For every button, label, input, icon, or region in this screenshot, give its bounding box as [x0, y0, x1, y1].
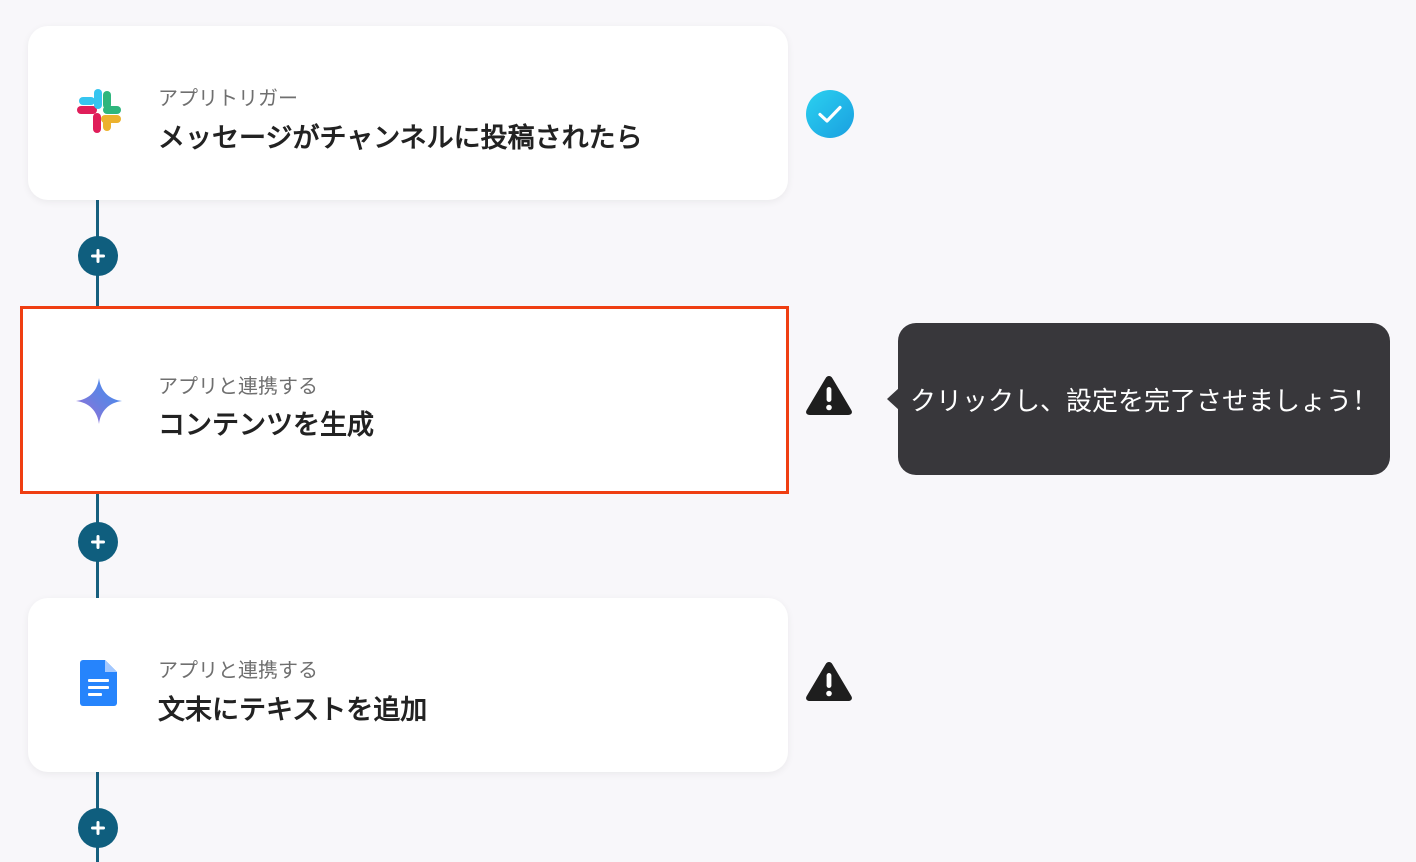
plus-icon: [91, 821, 105, 835]
step-type-label: アプリと連携する: [158, 374, 318, 398]
add-step-button[interactable]: [78, 236, 118, 276]
step-type-label: アプリと連携する: [158, 658, 318, 682]
flow-step-card-append-text[interactable]: アプリと連携する 文末にテキストを追加: [28, 598, 788, 772]
plus-icon: [91, 249, 105, 263]
plus-icon: [91, 535, 105, 549]
tooltip-text: クリックし、設定を完了させましょう！: [909, 386, 1378, 417]
add-step-button[interactable]: [78, 522, 118, 562]
slack-icon: [74, 86, 124, 136]
step-title: メッセージがチャンネルに投稿されたら: [158, 123, 643, 154]
step-title: コンテンツを生成: [158, 410, 374, 441]
add-step-button[interactable]: [78, 808, 118, 848]
step-type-label: アプリトリガー: [158, 86, 298, 110]
google-docs-icon: [74, 658, 124, 708]
setup-hint-tooltip: クリックし、設定を完了させましょう！: [898, 323, 1390, 475]
flow-step-card-trigger[interactable]: アプリトリガー メッセージがチャンネルに投稿されたら: [28, 26, 788, 200]
flow-step-card-generate-content[interactable]: アプリと連携する コンテンツを生成: [20, 306, 789, 494]
check-circle-icon: [806, 90, 854, 138]
gemini-sparkle-icon: [74, 376, 124, 426]
warning-icon: [805, 374, 853, 422]
step-title: 文末にテキストを追加: [158, 695, 428, 726]
warning-icon: [805, 660, 853, 708]
